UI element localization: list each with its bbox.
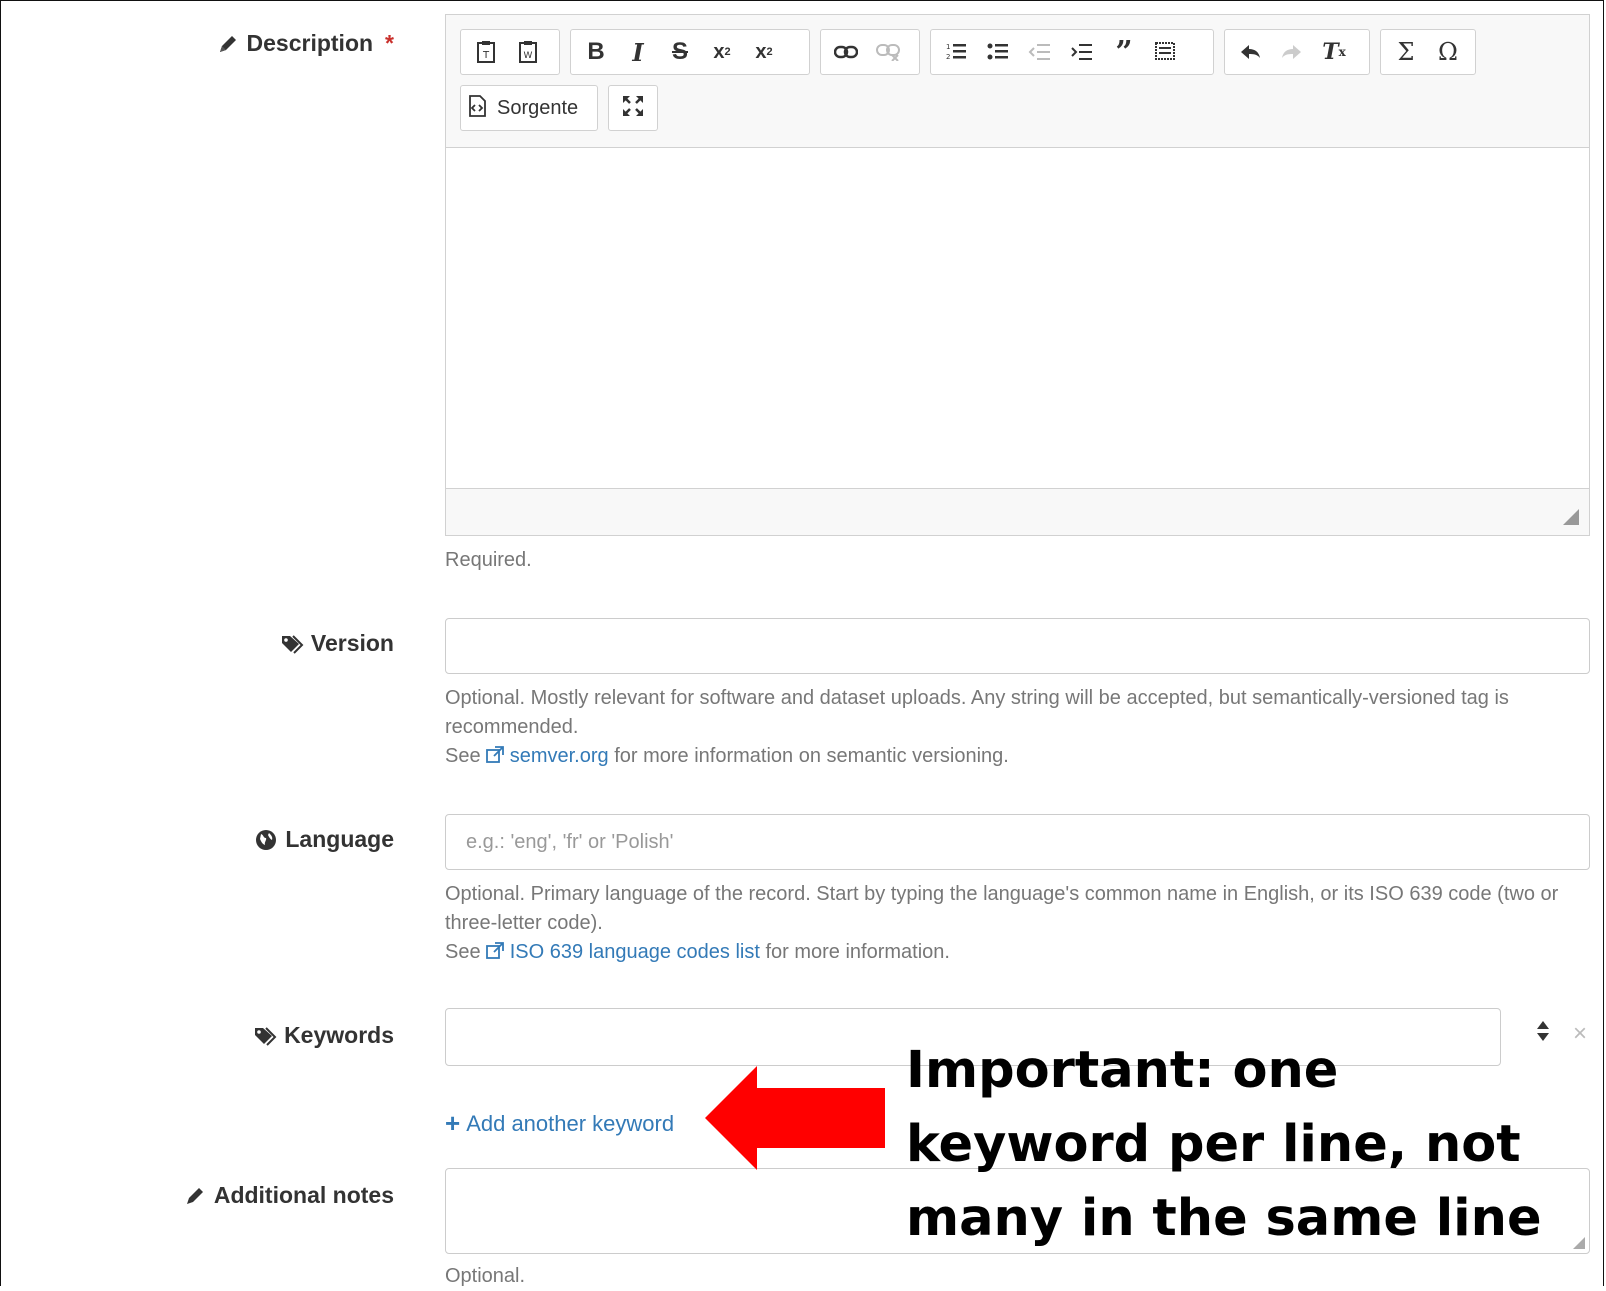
plus-icon: +: [445, 1108, 461, 1138]
strikethrough-icon[interactable]: S: [661, 33, 699, 71]
superscript-icon[interactable]: x2: [745, 33, 783, 71]
version-label-text: Version: [310, 630, 394, 656]
version-label: Version: [281, 630, 394, 657]
external-link-icon: [486, 942, 505, 959]
bulleted-list-icon[interactable]: [979, 33, 1017, 71]
iso639-link-text: ISO 639 language codes list: [509, 941, 760, 963]
add-keyword-label: Add another keyword: [466, 1110, 675, 1136]
italic-icon[interactable]: I: [619, 33, 657, 71]
link-icon[interactable]: [827, 33, 865, 71]
pencil-icon: [217, 33, 239, 55]
language-help-rest: for more information.: [765, 941, 950, 963]
numbered-list-icon[interactable]: 12: [937, 33, 975, 71]
language-label: Language: [255, 826, 394, 853]
language-input-box: [445, 814, 1590, 870]
svg-text:W: W: [524, 51, 533, 61]
source-label: Sorgente: [497, 96, 579, 119]
language-label-text: Language: [285, 826, 394, 852]
editor-toolbar: T W B I S x2 x2 12 ” T x Σ Ω Sorgente: [446, 15, 1589, 148]
paste-text-icon[interactable]: T: [467, 33, 505, 71]
language-help-text: Optional. Primary language of the record…: [445, 883, 1559, 934]
bold-icon[interactable]: B: [577, 33, 615, 71]
keywords-label: Keywords: [254, 1022, 394, 1049]
language-help: Optional. Primary language of the record…: [445, 880, 1585, 967]
indent-icon[interactable]: [1063, 33, 1101, 71]
external-link-icon: [486, 746, 505, 763]
description-help: Required.: [445, 549, 532, 571]
version-help: Optional. Mostly relevant for software a…: [445, 684, 1585, 771]
resize-grip-icon[interactable]: [1563, 509, 1579, 525]
required-marker: *: [385, 30, 394, 56]
version-help-text: Optional. Mostly relevant for software a…: [445, 687, 1509, 738]
maximize-icon: [621, 94, 645, 123]
keywords-label-text: Keywords: [284, 1022, 394, 1048]
svg-text:2: 2: [946, 53, 950, 61]
sigma-icon[interactable]: Σ: [1387, 33, 1425, 71]
format-group: B I S x2 x2: [570, 29, 810, 75]
blockquote-icon[interactable]: ”: [1105, 33, 1143, 71]
version-help-rest: for more information on semantic version…: [614, 745, 1009, 767]
outdent-icon[interactable]: [1021, 33, 1059, 71]
red-arrow-annotation: [705, 1066, 885, 1170]
tags-icon: [281, 633, 304, 655]
svg-text:T: T: [482, 50, 490, 61]
version-input[interactable]: [446, 619, 1589, 673]
description-label-text: Description: [246, 30, 374, 56]
history-group: Tx: [1224, 29, 1370, 75]
source-button[interactable]: Sorgente: [460, 85, 598, 131]
omega-icon[interactable]: Ω: [1429, 33, 1467, 71]
pencil-icon: [184, 1185, 206, 1207]
symbols-group: Σ Ω: [1380, 29, 1476, 75]
globe-icon: [255, 829, 277, 851]
svg-text:1: 1: [946, 43, 950, 51]
list-group: 12 ”: [930, 29, 1214, 75]
annotation-text: Important: one keyword per line, not man…: [906, 1041, 1542, 1248]
paste-word-icon[interactable]: W: [509, 33, 547, 71]
redo-icon[interactable]: [1273, 33, 1311, 71]
div-container-icon[interactable]: [1147, 33, 1185, 71]
subscript-icon[interactable]: x2: [703, 33, 741, 71]
editor-content-area[interactable]: [446, 148, 1589, 488]
description-editor: T W B I S x2 x2 12 ” T x Σ Ω Sorgente: [445, 14, 1590, 536]
additional-notes-label: Additional notes: [184, 1182, 394, 1209]
add-keyword-link[interactable]: + Add another keyword: [445, 1108, 674, 1139]
description-label: Description *: [217, 30, 394, 57]
iso639-link[interactable]: ISO 639 language codes list: [486, 941, 760, 963]
language-help-see: See: [445, 941, 481, 963]
version-input-box: [445, 618, 1590, 674]
remove-format-icon[interactable]: Tx: [1315, 33, 1353, 71]
additional-notes-help: Optional.: [445, 1265, 526, 1287]
link-group: [820, 29, 920, 75]
version-help-see: See: [445, 745, 481, 767]
paste-group: T W: [460, 29, 560, 75]
additional-notes-label-text: Additional notes: [213, 1182, 394, 1208]
language-input[interactable]: [446, 815, 1589, 869]
undo-icon[interactable]: [1231, 33, 1269, 71]
semver-link-text: semver.org: [509, 745, 609, 767]
semver-link[interactable]: semver.org: [486, 745, 609, 767]
editor-statusbar: [446, 488, 1589, 535]
maximize-button[interactable]: [608, 85, 658, 131]
unlink-icon[interactable]: [869, 33, 907, 71]
source-icon: [467, 94, 487, 122]
tags-icon: [254, 1025, 277, 1047]
